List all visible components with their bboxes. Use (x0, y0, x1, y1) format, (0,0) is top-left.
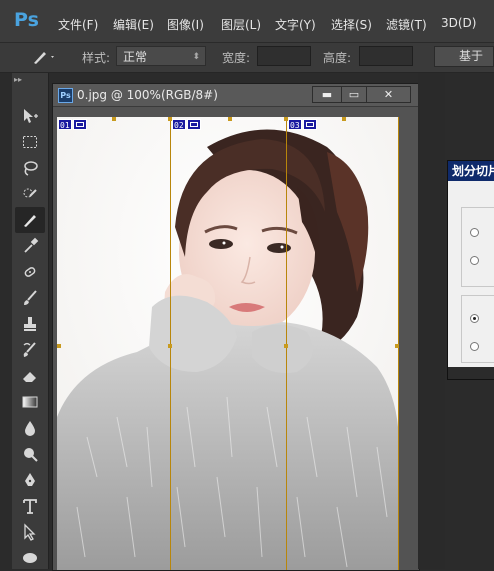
tools-panel: ▸▸ (12, 73, 49, 569)
image-slice-icon (72, 119, 87, 130)
eyedropper-tool[interactable] (15, 233, 45, 259)
blur-tool[interactable] (15, 415, 45, 441)
brush-tool[interactable] (15, 285, 45, 311)
width-input[interactable] (257, 46, 311, 66)
gradient-icon (22, 396, 38, 408)
menu-3d[interactable]: 3D(D) (441, 16, 476, 30)
minimize-button[interactable]: ▬ (312, 86, 342, 103)
options-bar: 样式: 正常 ⬍ 宽度: 高度: 基于 (0, 43, 494, 73)
slice-handle[interactable] (112, 117, 116, 121)
slice-handle[interactable] (168, 344, 172, 348)
menu-file[interactable]: 文件(F) (58, 16, 98, 33)
horizontal-group (461, 207, 494, 287)
eyedropper-icon (24, 237, 39, 253)
stamp-tool[interactable] (15, 311, 45, 337)
ps-document-icon: Ps (58, 88, 73, 103)
style-label: 样式: (82, 51, 111, 65)
pen-icon (25, 473, 35, 486)
ellipse-icon (23, 553, 37, 563)
history-brush-icon (23, 342, 36, 357)
drop-icon (25, 421, 35, 436)
arrow-cursor-icon (24, 523, 36, 541)
menu-edit[interactable]: 编辑(E) (113, 16, 154, 33)
slices-from-guides-button[interactable]: 基于 (434, 46, 494, 67)
path-select-tool[interactable] (15, 519, 45, 545)
quick-select-tool[interactable] (15, 181, 45, 207)
stamp-icon (24, 317, 36, 331)
document-title: 0.jpg @ 100%(RGB/8#) (77, 88, 218, 102)
close-button[interactable]: ✕ (366, 86, 411, 103)
menu-image[interactable]: 图像(I) (167, 16, 204, 33)
history-brush-tool[interactable] (15, 337, 45, 363)
workspace-background (418, 73, 445, 569)
slice-handle[interactable] (57, 344, 61, 348)
radio-option[interactable] (470, 228, 479, 237)
ellipse-tool[interactable] (15, 545, 45, 571)
updown-arrows-icon: ⬍ (192, 52, 200, 62)
slice-number: 01 (58, 119, 72, 130)
type-icon (23, 499, 37, 514)
slice-knife-icon (24, 215, 36, 227)
menu-type[interactable]: 文字(Y) (275, 16, 316, 33)
quick-select-icon (23, 188, 37, 198)
image-slice-icon (186, 119, 201, 130)
brush-icon (24, 290, 37, 305)
height-input[interactable] (359, 46, 413, 66)
slice-handle[interactable] (228, 117, 232, 121)
slice-tag-3[interactable]: 03 (288, 119, 317, 130)
document-title-bar[interactable]: Ps 0.jpg @ 100%(RGB/8#) ▬ ▭ ✕ (53, 84, 419, 107)
slice-tag-2[interactable]: 02 (172, 119, 201, 130)
height-label: 高度: (323, 51, 352, 65)
slice-icon (34, 52, 54, 64)
width-label: 宽度: (222, 51, 251, 65)
slice-tag-1[interactable]: 01 (58, 119, 87, 130)
marquee-icon (23, 136, 37, 148)
photoshop-logo: Ps (14, 9, 39, 31)
panel-collapse-icon[interactable]: ▸▸ (14, 75, 46, 85)
eraser-icon (23, 372, 36, 382)
divide-slice-dialog: 划分切片 (447, 160, 494, 380)
slice-tool[interactable] (15, 207, 45, 233)
image-slice-icon (302, 119, 317, 130)
slice-number: 02 (172, 119, 186, 130)
canvas[interactable]: 01 02 03 (57, 117, 399, 570)
radio-option-selected[interactable] (470, 314, 479, 323)
pen-tool[interactable] (15, 467, 45, 493)
slice-number: 03 (288, 119, 302, 130)
maximize-button[interactable]: ▭ (341, 86, 367, 103)
dodge-tool[interactable] (15, 441, 45, 467)
menu-select[interactable]: 选择(S) (331, 16, 372, 33)
lasso-icon (24, 161, 38, 176)
healing-tool[interactable] (15, 259, 45, 285)
move-icon (24, 109, 38, 123)
radio-option[interactable] (470, 256, 479, 265)
tool-preset-picker[interactable] (32, 49, 56, 65)
style-value: 正常 (123, 50, 148, 64)
lasso-tool[interactable] (15, 155, 45, 181)
style-select[interactable]: 正常 ⬍ (116, 46, 206, 66)
document-window: Ps 0.jpg @ 100%(RGB/8#) ▬ ▭ ✕ 01 02 03 (52, 83, 420, 571)
slice-handle[interactable] (395, 344, 399, 348)
eraser-tool[interactable] (15, 363, 45, 389)
vertical-group (461, 295, 494, 363)
gradient-tool[interactable] (15, 389, 45, 415)
type-tool[interactable] (15, 493, 45, 519)
menu-filter[interactable]: 滤镜(T) (386, 16, 427, 33)
dodge-icon (24, 448, 38, 462)
move-tool[interactable] (15, 103, 45, 129)
radio-option[interactable] (470, 342, 479, 351)
bandage-icon (24, 267, 36, 277)
slice-handle[interactable] (284, 344, 288, 348)
menu-layer[interactable]: 图层(L) (221, 16, 261, 33)
menu-bar: Ps 文件(F) 编辑(E) 图像(I) 图层(L) 文字(Y) 选择(S) 滤… (0, 0, 494, 43)
dialog-title[interactable]: 划分切片 (448, 161, 494, 181)
marquee-tool[interactable] (15, 129, 45, 155)
slice-handle[interactable] (342, 117, 346, 121)
dialog-bottom-edge (448, 367, 494, 379)
portrait-photo (57, 117, 399, 570)
